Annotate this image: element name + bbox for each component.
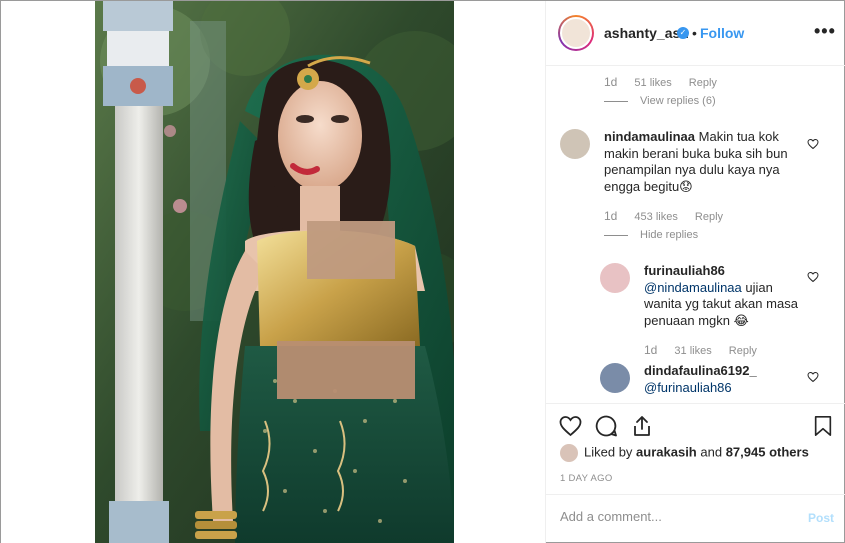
reply-username[interactable]: furinauliah86 (644, 263, 802, 280)
post-comment-button[interactable]: Post (808, 511, 834, 525)
view-replies-label: View replies (6) (640, 95, 716, 107)
share-icon[interactable] (630, 414, 654, 438)
comment-likes[interactable]: 453 likes (634, 211, 677, 223)
reply-button[interactable]: Reply (729, 345, 757, 357)
comment-likes[interactable]: 51 likes (634, 77, 671, 89)
reply-button[interactable]: Reply (689, 77, 717, 89)
heart-icon[interactable] (807, 271, 819, 283)
comment-time: 1d (604, 209, 618, 223)
reply-avatar[interactable] (600, 263, 630, 293)
comment-input[interactable] (560, 509, 790, 524)
reply-avatar[interactable] (600, 363, 630, 393)
heart-icon[interactable] (807, 371, 819, 383)
liker-avatar[interactable] (560, 444, 578, 462)
follow-button[interactable]: Follow (700, 25, 744, 41)
comment-icon[interactable] (594, 414, 619, 438)
liked-by-others[interactable]: 87,945 others (726, 444, 809, 459)
reply-username[interactable]: dindafaulina6192_ (644, 363, 802, 380)
post-actions: Liked by aurakasih and 87,945 others 1 D… (546, 403, 845, 539)
thread-line (604, 100, 628, 102)
hide-replies-button[interactable]: Hide replies (604, 229, 698, 241)
header-separator: • (692, 25, 697, 41)
comments-list[interactable]: 1d 51 likes Reply View replies (6) ninda… (546, 67, 845, 403)
bookmark-icon[interactable] (812, 414, 834, 438)
liked-by-and: and (700, 444, 723, 460)
more-options-icon[interactable]: ••• (814, 21, 836, 42)
author-avatar[interactable] (558, 15, 594, 51)
heart-icon[interactable] (558, 414, 583, 438)
verified-badge-icon: ✓ (677, 27, 689, 39)
reply-body: furinauliah86 @nindamaulinaa ujian wanit… (644, 263, 802, 329)
reply-likes[interactable]: 31 likes (674, 345, 711, 357)
hide-replies-label: Hide replies (640, 229, 699, 241)
liked-by-summary: Liked by aurakasih and 87,945 others (560, 444, 809, 462)
reply-button[interactable]: Reply (695, 211, 723, 223)
commenter-username[interactable]: nindamaulinaa (604, 129, 695, 144)
post-side-panel: ashanty_ash ✓ • Follow ••• 1d 51 likes R… (545, 1, 845, 543)
add-comment-bar: Post (546, 494, 845, 540)
reply-mention[interactable]: @nindamaulinaa (644, 280, 742, 295)
comment-time: 1d (604, 75, 618, 89)
post-header: ashanty_ash ✓ • Follow ••• (546, 1, 845, 66)
comment-meta: 1d 51 likes Reply (604, 75, 731, 89)
reply-body: dindafaulina6192_ @furinauliah86 (644, 363, 802, 396)
comment-meta: 1d 453 likes Reply (604, 209, 737, 223)
post-photo-image (95, 1, 454, 543)
heart-icon[interactable] (807, 138, 819, 150)
commenter-avatar[interactable] (560, 129, 590, 159)
post-time-ago[interactable]: 1 DAY AGO (560, 473, 613, 484)
view-replies-button[interactable]: View replies (6) (604, 95, 716, 107)
thread-line (604, 234, 628, 236)
post-photo[interactable] (95, 1, 454, 543)
liked-by-user[interactable]: aurakasih (636, 444, 697, 459)
liked-by-prefix: Liked by (584, 444, 633, 460)
reply-meta: 1d 31 likes Reply (644, 343, 771, 357)
comment-body: nindamaulinaa Makin tua kok makin berani… (604, 129, 804, 195)
post-window: ashanty_ash ✓ • Follow ••• 1d 51 likes R… (0, 0, 845, 543)
reply-mention[interactable]: @furinauliah86 (644, 380, 732, 395)
post-media-area (1, 1, 545, 543)
reply-time: 1d (644, 343, 658, 357)
